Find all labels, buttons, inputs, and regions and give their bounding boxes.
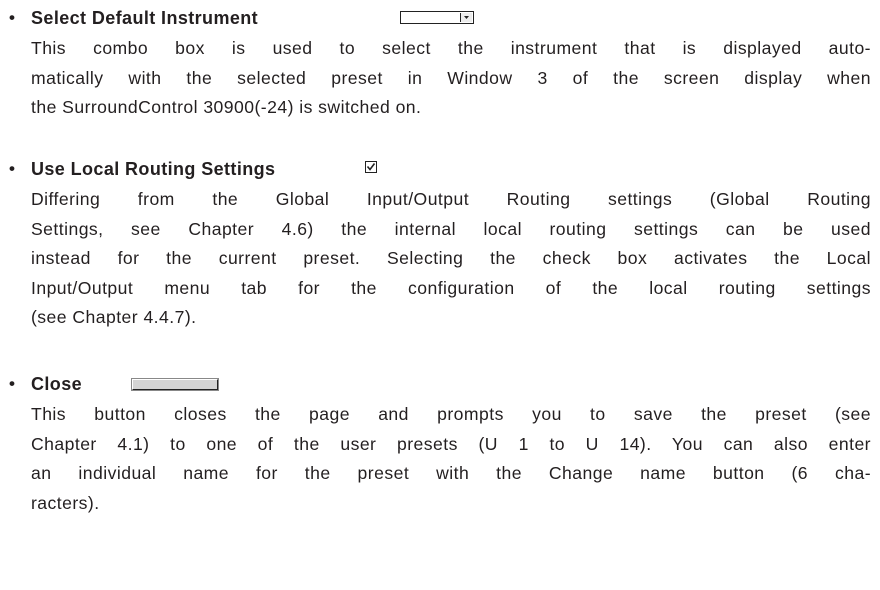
body-line: Input/Output menu tab for the configurat…	[31, 277, 871, 298]
chevron-down-icon	[464, 16, 469, 19]
section-heading: Close	[31, 374, 83, 394]
section-body: This button closes the page and prompts …	[31, 400, 871, 518]
default-instrument-combo-box[interactable]	[400, 11, 474, 24]
section-heading-row: • Close	[6, 370, 868, 398]
section-body: Differing from the Global Input/Output R…	[31, 185, 871, 333]
body-line: Chapter 4.1) to one of the user presets …	[31, 433, 871, 454]
section-heading: Select Default Instrument	[31, 8, 259, 28]
body-line: the SurroundControl 30900(-24) is switch…	[31, 97, 422, 117]
body-line: Settings, see Chapter 4.6) the internal …	[31, 218, 871, 239]
body-line: Differing from the Global Input/Output R…	[31, 189, 871, 209]
bullet: •	[9, 374, 15, 393]
close-button[interactable]	[131, 378, 219, 391]
body-line: This combo box is used to select the ins…	[31, 38, 871, 58]
combo-dropdown-button[interactable]	[460, 13, 472, 22]
section-heading: Use Local Routing Settings	[31, 159, 276, 179]
bullet: •	[9, 8, 15, 27]
checkmark-icon	[366, 163, 376, 171]
section-body: This combo box is used to select the ins…	[31, 34, 871, 123]
section-select-default-instrument: • Select Default Instrument This combo b…	[6, 4, 871, 123]
body-line: an individual name for the preset with t…	[31, 463, 871, 483]
bullet: •	[9, 159, 15, 178]
section-use-local-routing-settings: • Use Local Routing Settings Differing f…	[6, 155, 871, 333]
section-close: • Close This button closes the page and …	[6, 370, 871, 518]
body-line: instead for the current preset. Selectin…	[31, 248, 871, 268]
section-heading-row: • Select Default Instrument	[6, 4, 868, 32]
section-heading-row: • Use Local Routing Settings	[6, 155, 868, 183]
body-line: racters).	[31, 492, 100, 513]
body-line: matically with the selected preset in Wi…	[31, 67, 871, 88]
manual-page: • Select Default Instrument This combo b…	[0, 0, 880, 590]
local-routing-checkbox[interactable]	[365, 161, 377, 173]
body-line: This button closes the page and prompts …	[31, 404, 871, 424]
body-line: (see Chapter 4.4.7).	[31, 307, 197, 327]
